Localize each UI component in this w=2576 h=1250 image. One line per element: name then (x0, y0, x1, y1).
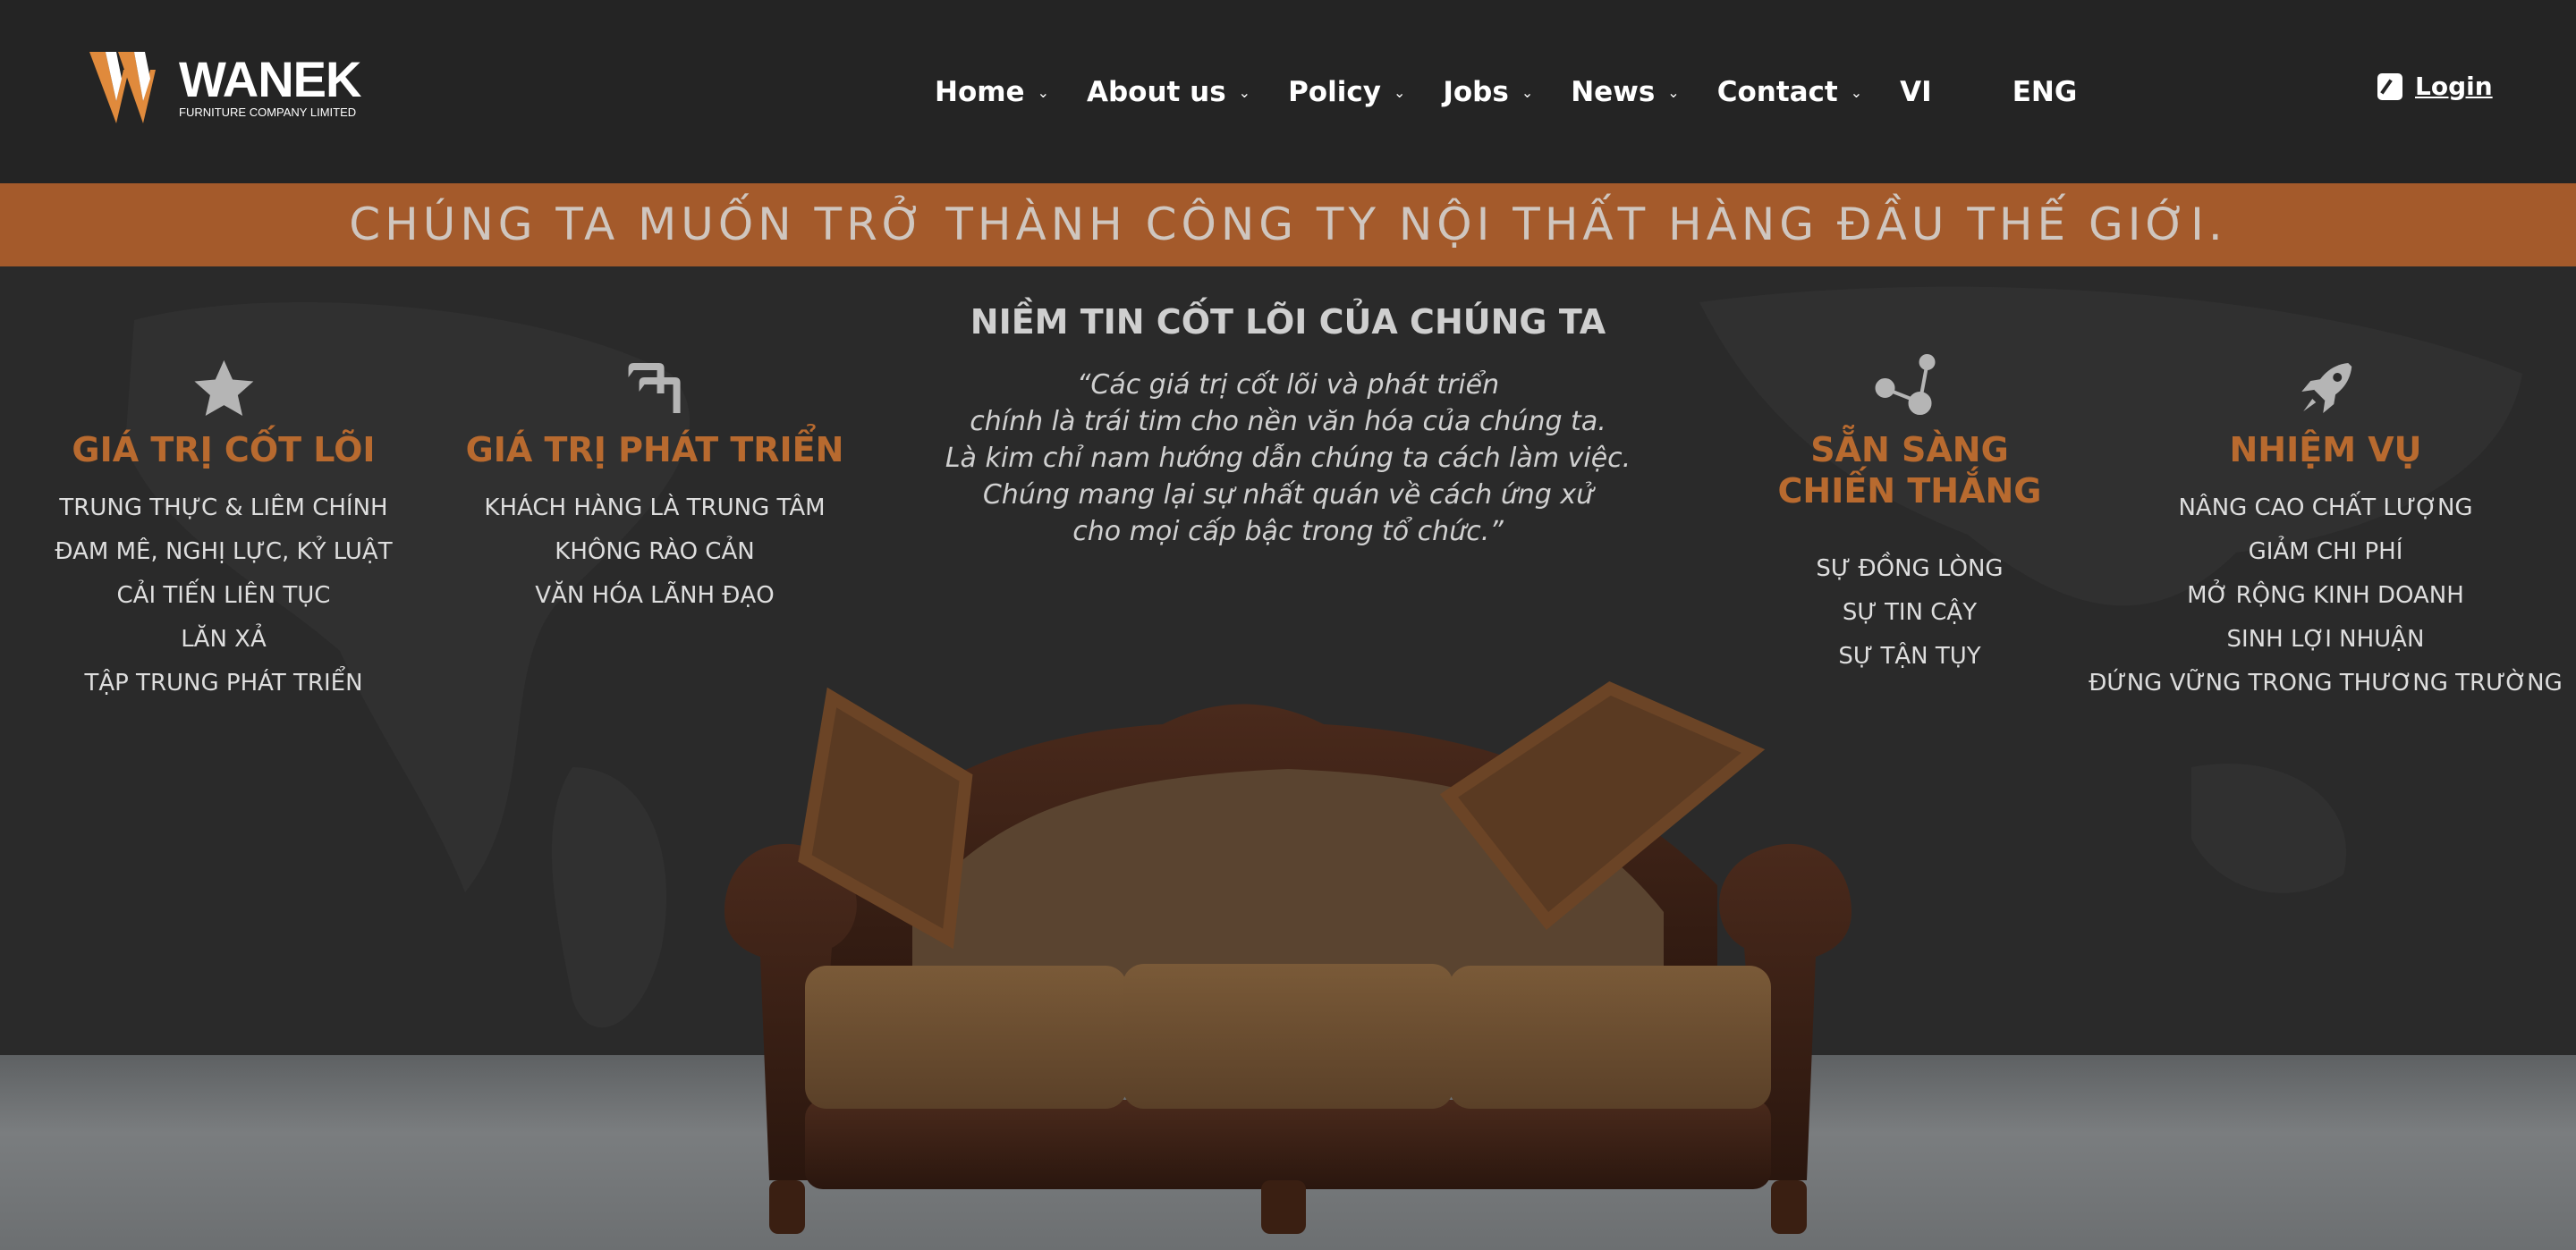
column-title: GIÁ TRỊ PHÁT TRIỂN (465, 430, 844, 469)
column-item: SỰ TẬN TỤY (1838, 643, 1981, 670)
column-item: ĐỨNG VỮNG TRONG THƯƠNG TRƯỜNG (2089, 670, 2563, 697)
page: WANEK FURNITURE COMPANY LIMITED Home ⌄ Ab… (0, 0, 2576, 1250)
quote-line: Chúng mang lại sự nhất quán về cách ứng … (982, 479, 1594, 511)
nav-label: About us (1086, 76, 1226, 108)
nav-contact[interactable]: Contact ⌄ (1717, 76, 1862, 108)
column-item: CẢI TIẾN LIÊN TỤC (116, 582, 331, 609)
logo-tagline: FURNITURE COMPANY LIMITED (179, 106, 357, 119)
lang-vi[interactable]: VI (1900, 76, 1932, 108)
chevron-down-icon: ⌄ (1393, 83, 1406, 101)
column-growth-values: GIÁ TRỊ PHÁT TRIỂN KHÁCH HÀNG LÀ TRUNG T… (465, 349, 844, 618)
chevron-down-icon: ⌄ (1521, 83, 1534, 101)
main-nav: Home ⌄ About us ⌄ Policy ⌄ Jobs ⌄ News ⌄ Cont… (935, 72, 2114, 113)
star-icon (194, 359, 253, 417)
login-link[interactable]: Login (2377, 72, 2493, 101)
growth-arrows-icon (629, 363, 681, 413)
nav-label: VI (1900, 76, 1932, 108)
logo[interactable]: WANEK FURNITURE COMPANY LIMITED (89, 52, 367, 123)
quote-line: “Các giá trị cốt lõi và phát triển (1076, 369, 1500, 401)
column-item: ĐAM MÊ, NGHỊ LỰC, KỶ LUẬT (55, 538, 393, 565)
quote-line: chính là trái tim cho nền văn hóa của ch… (970, 406, 1606, 437)
login-icon (2377, 72, 2402, 100)
column-item: SỰ TIN CẬY (1842, 599, 1978, 626)
nav-label: News (1571, 76, 1656, 108)
nav-label: Policy (1288, 76, 1381, 108)
column-item: KHÔNG RÀO CẢN (555, 538, 755, 565)
core-beliefs-title: NIỀM TIN CỐT LÕI CỦA CHÚNG TA (970, 302, 1606, 342)
column-core-values: GIÁ TRỊ CỐT LÕI TRUNG THỰC & LIÊM CHÍNH … (55, 349, 393, 705)
chevron-down-icon: ⌄ (1667, 83, 1680, 101)
column-item: SINH LỢI NHUẬN (2226, 626, 2425, 653)
nav-label: ENG (2012, 76, 2078, 108)
column-item: KHÁCH HÀNG LÀ TRUNG TÂM (484, 494, 826, 521)
chevron-down-icon: ⌄ (1037, 83, 1049, 101)
column-item: SỰ ĐỒNG LÒNG (1816, 555, 2004, 582)
rocket-icon (2301, 363, 2351, 413)
column-title: NHIỆM VỤ (2229, 430, 2422, 469)
logo-brand: WANEK (179, 51, 361, 107)
quote-line: cho mọi cấp bậc trong tổ chức.” (1072, 516, 1504, 547)
column-title: GIÁ TRỊ CỐT LÕI (72, 430, 376, 469)
quote-line: Là kim chỉ nam hướng dẫn chúng ta cách l… (945, 443, 1631, 474)
logo-w-mark-icon (89, 52, 156, 123)
column-item: TẬP TRUNG PHÁT TRIỂN (84, 670, 363, 697)
column-title: SẴN SÀNG (1810, 430, 2009, 469)
nav-jobs[interactable]: Jobs ⌄ (1443, 76, 1533, 108)
column-item: MỞ RỘNG KINH DOANH (2187, 582, 2464, 609)
column-item: VĂN HÓA LÃNH ĐẠO (535, 582, 775, 609)
molecule-icon (1875, 354, 1936, 415)
column-title: CHIẾN THẮNG (1777, 471, 2042, 511)
column-item: LĂN XẢ (181, 626, 267, 653)
column-item: GIẢM CHI PHÍ (2248, 538, 2403, 565)
login-label: Login (2415, 72, 2493, 101)
column-mission: NHIỆM VỤ NÂNG CAO CHẤT LƯỢNG GIẢM CHI PH… (2089, 349, 2563, 705)
nav-about-us[interactable]: About us ⌄ (1087, 76, 1250, 108)
sofa-image (724, 681, 1852, 1234)
slogan-banner: CHÚNG TA MUỐN TRỞ THÀNH CÔNG TY NỘI THẤT… (0, 183, 2576, 266)
chevron-down-icon: ⌄ (1238, 83, 1251, 101)
nav-policy[interactable]: Policy ⌄ (1288, 76, 1405, 108)
nav-label: Home (935, 76, 1025, 108)
chevron-down-icon: ⌄ (1850, 83, 1863, 101)
nav-label: Jobs (1443, 76, 1509, 108)
lang-eng[interactable]: ENG (2012, 76, 2078, 108)
nav-news[interactable]: News ⌄ (1571, 76, 1679, 108)
column-ready-to-win: SẴN SÀNG CHIẾN THẮNG SỰ ĐỒNG LÒNG SỰ TIN… (1777, 349, 2042, 679)
column-item: TRUNG THỰC & LIÊM CHÍNH (59, 494, 388, 521)
header: WANEK FURNITURE COMPANY LIMITED Home ⌄ Ab… (0, 0, 2576, 183)
column-item: NÂNG CAO CHẤT LƯỢNG (2178, 494, 2473, 521)
core-beliefs: NIỀM TIN CỐT LÕI CỦA CHÚNG TA “Các giá t… (945, 302, 1631, 550)
nav-home[interactable]: Home ⌄ (935, 76, 1049, 108)
nav-label: Contact (1716, 76, 1838, 108)
